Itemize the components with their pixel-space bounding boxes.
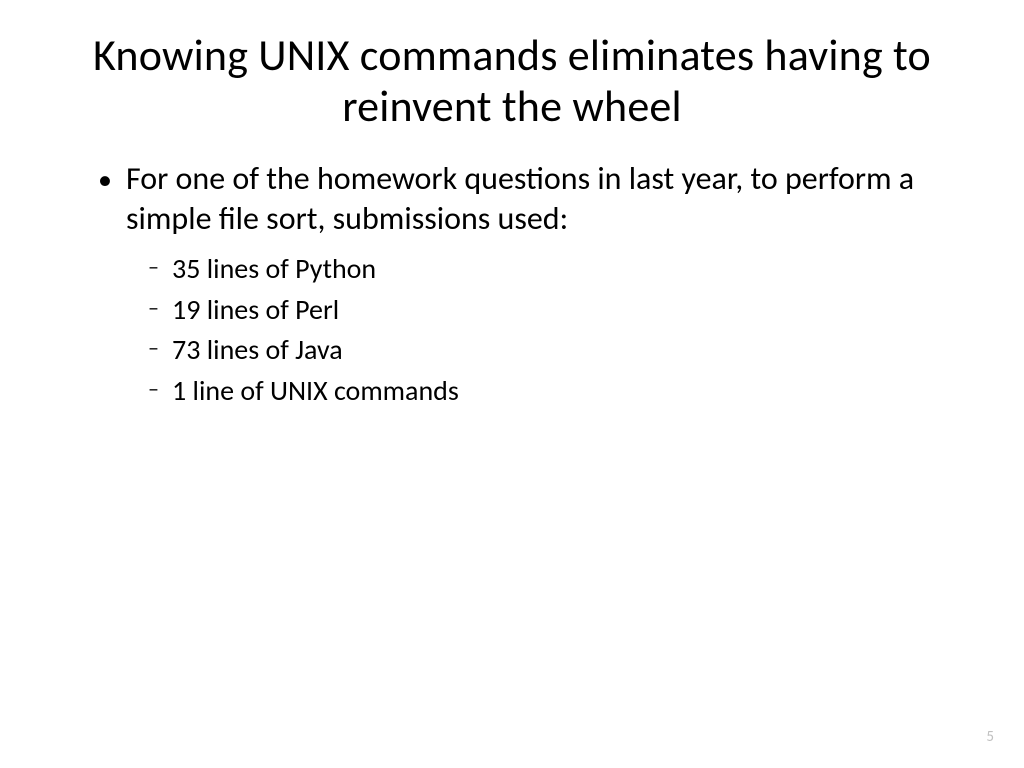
- dash-marker: –: [148, 249, 172, 290]
- slide-content: Knowing UNIX commands eliminates having …: [0, 0, 1024, 412]
- sub-bullet-text: 73 lines of Java: [172, 330, 934, 371]
- dash-marker: –: [148, 330, 172, 371]
- bullet-text: For one of the homework questions in las…: [126, 159, 934, 239]
- sub-bullet-item: – 19 lines of Perl: [90, 290, 934, 331]
- dash-marker: –: [148, 371, 172, 412]
- dash-marker: –: [148, 290, 172, 331]
- bullet-marker: •: [98, 159, 126, 239]
- page-number: 5: [986, 728, 994, 746]
- sub-bullet-item: – 1 line of UNIX commands: [90, 371, 934, 412]
- sub-bullet-text: 1 line of UNIX commands: [172, 371, 934, 412]
- sub-bullet-text: 19 lines of Perl: [172, 290, 934, 331]
- bullet-item: • For one of the homework questions in l…: [90, 159, 934, 239]
- sub-bullet-item: – 73 lines of Java: [90, 330, 934, 371]
- sub-bullet-text: 35 lines of Python: [172, 249, 934, 290]
- sub-bullet-item: – 35 lines of Python: [90, 249, 934, 290]
- slide-title: Knowing UNIX commands eliminates having …: [90, 30, 934, 131]
